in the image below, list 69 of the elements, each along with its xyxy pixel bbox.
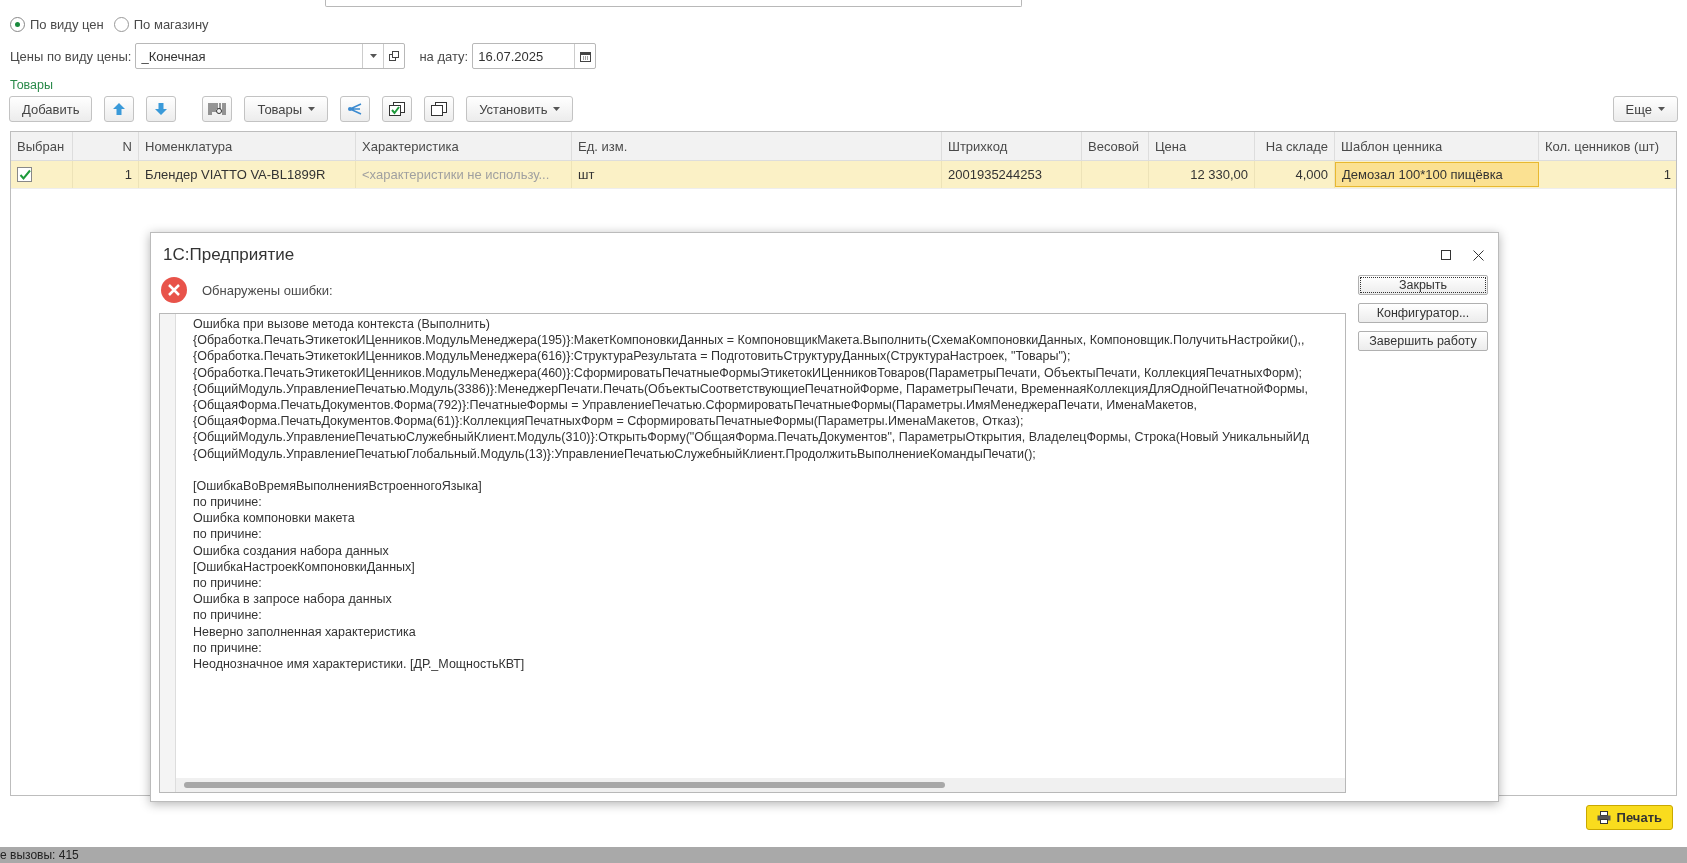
- checkbox[interactable]: [17, 167, 32, 182]
- table-cell: 12 330,00: [1190, 167, 1248, 182]
- column-header[interactable]: Кол. ценников (шт): [1539, 132, 1676, 160]
- caret-icon: [369, 54, 377, 58]
- table-cell: 4,000: [1295, 167, 1328, 182]
- add-button[interactable]: Добавить: [9, 96, 93, 122]
- column-header[interactable]: Характеристика: [356, 132, 572, 160]
- column-header[interactable]: Шаблон ценника: [1335, 132, 1539, 160]
- column-header[interactable]: На складе: [1255, 132, 1335, 160]
- error-heading: Обнаружены ошибки:: [202, 282, 333, 298]
- horizontal-scrollbar[interactable]: [176, 778, 1345, 792]
- field-label: Цены по виду цены:: [10, 48, 132, 64]
- maximize-icon[interactable]: [1441, 250, 1451, 260]
- radio-label[interactable]: По магазину: [133, 16, 209, 32]
- error-message: Ошибка при вызове метода контекста (Выполнить) {Обработка.ПечатьЭтикетокИЦенников.МодульМенеджера(195)}:МакетКомпоновкиДанных = КомпоновщикМакета.Выполнить(СхемаКомпоновкиДанных, Компоновщик.ПолучитьНастройки(),, {Обработка.ПечатьЭтикетокИЦенников.МодульМенеджера(616)}:СтруктураРезультата = ПодготовитьСтруктуруДанных(СтруктураНастроек, "Товары"); {Обработка.ПечатьЭтикетокИЦенников.МодульМенеджера(460)}:СформироватьПечатныеФормыЭтикетокИЦенниковТоваров(ПараметрыПечати, ОбъектыПечати, КоллекцияПечатныхФорм); {ОбщийМодуль.УправлениеПечатью.Модуль(3386)}:МенеджерПечати.Печать(ОбъектыСоответствующиеПечатнойФорме, ПараметрыПечати, ВременнаяКоллекцияДляОднойПечатнойФормы, {ОбщаяФорма.ПечатьДокументов.Форма(792)}:ПечатныеФормы = УправлениеПечатью.СформироватьПечатныеФормы(Параметры.ИмяМенеджераПечати, ИменаМакетов, {ОбщаяФорма.ПечатьДокументов.Форма(61)}:КоллекцияПечатныхФорм = СформироватьПечатныеФормы(Параметры.ИменаМакетов, Отказ); {ОбщийМодуль.УправлениеПечатьюСлужебныйКлиент.Модуль(310)}:ОткрытьФорму("ОбщаяФорма.ПечатьДокументов", ПараметрыОткрытия, ВладелецФормы, Строка(Новый УникальныйИд {ОбщийМодуль.УправлениеПечатьюГлобальный.Модуль(13)}:УправлениеПечатьюСлужебныйКлиент.ПродолжитьВыполнениеКомандыПечати();: [193, 316, 1309, 462]
- share-icon: [347, 102, 364, 116]
- status-text: е вызовы: 415: [0, 848, 79, 862]
- barcode-search-icon: [208, 102, 227, 116]
- caret-icon: [553, 107, 561, 111]
- column-header[interactable]: Весовой: [1082, 132, 1149, 160]
- copy-icon: [431, 102, 448, 116]
- dialog-button[interactable]: Завершить работу: [1358, 331, 1488, 351]
- radio-button[interactable]: [113, 16, 129, 32]
- table-cell: 1: [124, 167, 132, 182]
- calendar-icon: [579, 50, 591, 62]
- dialog-title: 1С:Предприятие: [163, 245, 295, 265]
- column-header[interactable]: Ед. изм.: [572, 132, 942, 160]
- table-cell: Блендер VIATTO VA-BL1899R: [145, 167, 326, 182]
- up-arrow-icon: [112, 102, 127, 116]
- table-cell: Демозал 100*100 пищёвка: [1342, 167, 1503, 182]
- checked-pages-icon: [389, 102, 406, 116]
- radio-button[interactable]: [10, 16, 25, 32]
- barcode-search-button[interactable]: [202, 96, 233, 122]
- column-header[interactable]: Выбран: [11, 132, 73, 160]
- price-type-field[interactable]: _Конечная: [135, 43, 406, 69]
- share-button[interactable]: [340, 96, 371, 122]
- dialog-button[interactable]: Конфигуратор...: [1358, 303, 1488, 323]
- printer-icon: [1596, 811, 1611, 824]
- more-button[interactable]: Еще: [1612, 96, 1678, 122]
- error-text-area[interactable]: [159, 313, 1346, 793]
- close-icon[interactable]: [1473, 249, 1484, 261]
- copy-button[interactable]: [424, 96, 455, 122]
- select-all-button[interactable]: [382, 96, 413, 122]
- column-header[interactable]: N: [73, 132, 139, 160]
- caret-icon: [308, 107, 316, 111]
- dropdown-button[interactable]: Установить: [466, 96, 574, 122]
- move-down-button[interactable]: [146, 96, 177, 122]
- column-header[interactable]: Номенклатура: [139, 132, 356, 160]
- move-up-button[interactable]: [104, 96, 135, 122]
- field-label: на дату:: [419, 48, 469, 64]
- caret-icon: [1658, 107, 1665, 111]
- column-header[interactable]: Штрихкод: [942, 132, 1082, 160]
- dialog-button[interactable]: Закрыть: [1358, 275, 1488, 295]
- table-cell: 2001935244253: [948, 167, 1042, 182]
- down-arrow-icon: [154, 102, 169, 116]
- table-cell: 1: [1663, 167, 1671, 182]
- table-cell: шт: [578, 167, 595, 182]
- section-title: Товары: [9, 77, 54, 92]
- table-cell: <характеристики не использу...: [362, 167, 550, 182]
- date-field[interactable]: 16.07.2025: [472, 43, 597, 69]
- input-field[interactable]: [325, 0, 1022, 7]
- error-icon: [160, 276, 188, 304]
- radio-label[interactable]: По виду цен: [30, 16, 104, 32]
- error-message: [ОшибкаВоВремяВыполненияВстроенногоЯзыка] по причине: Ошибка компоновки макета по причине: Ошибка создания набора данных [ОшибкаНастроекКомпоновкиДанных] по причине: Ошибка в запросе набора данных по причине: Неверно заполненная характеристика по причине: Неоднозначное имя характеристики. [ДР._МощностьКВТ]: [193, 477, 525, 673]
- print-button[interactable]: Печать: [1585, 805, 1673, 830]
- column-header[interactable]: Цена: [1149, 132, 1255, 160]
- table-row[interactable]: 1 Блендер VIATTO VA-BL1899R <характеристики не использу... шт 2001935244253 12 330,00 4,000 Демозал 100*100 пищёвка 1: [11, 161, 1676, 189]
- dropdown-button[interactable]: Товары: [244, 96, 329, 122]
- open-icon: [389, 51, 400, 61]
